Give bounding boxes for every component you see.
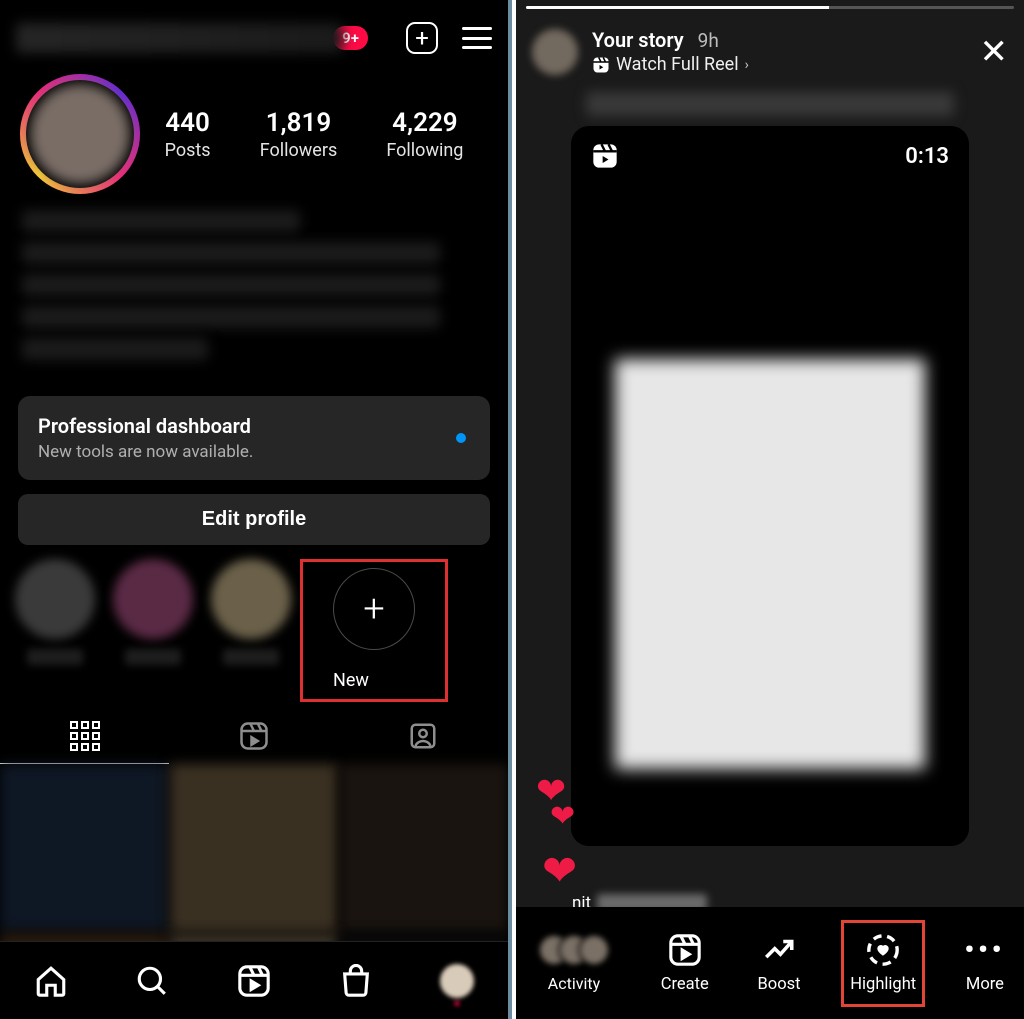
nav-activity[interactable]: Activity — [528, 934, 620, 993]
nav-create-label: Create — [661, 975, 709, 994]
dashboard-subtitle: New tools are now available. — [38, 442, 470, 462]
heart-icon: ❤ — [542, 855, 577, 889]
watch-full-reel-label: Watch Full Reel — [616, 54, 739, 75]
boost-arrow-icon — [762, 933, 796, 967]
profile-screen: 9+ + 440 Posts 1,819 Followers 4,229 Fol… — [0, 0, 508, 1019]
profile-header: 9+ + — [0, 0, 508, 64]
new-highlight-label: New — [333, 670, 415, 691]
nav-home[interactable] — [34, 964, 68, 998]
nav-create[interactable]: Create — [653, 933, 717, 994]
story-progress-bar — [526, 6, 1014, 9]
reels-icon — [237, 964, 271, 998]
heart-icon: ❤ — [550, 805, 577, 829]
nav-shop[interactable] — [339, 964, 373, 998]
nav-boost[interactable]: Boost — [750, 933, 809, 994]
followers-count: 1,819 — [260, 108, 338, 138]
new-highlight-button[interactable]: + New — [300, 559, 448, 702]
highlight-item[interactable] — [204, 559, 298, 665]
stat-following[interactable]: 4,229 Following — [386, 108, 463, 161]
more-dots-icon: ••• — [968, 933, 1002, 967]
reel-image-blurred — [615, 359, 925, 769]
reel-duration: 0:13 — [905, 144, 949, 169]
posts-label: Posts — [165, 140, 211, 161]
nav-highlight[interactable]: Highlight — [841, 920, 925, 1007]
chevron-right-icon: › — [745, 57, 749, 73]
nav-reels[interactable] — [237, 964, 271, 998]
stat-posts[interactable]: 440 Posts — [165, 108, 211, 161]
story-avatar[interactable] — [532, 29, 578, 75]
feed-cell[interactable] — [340, 764, 508, 932]
reels-icon — [591, 142, 619, 170]
reel-card[interactable]: 0:13 — [571, 126, 969, 846]
nav-highlight-label: Highlight — [850, 975, 916, 994]
tab-grid[interactable] — [0, 708, 169, 764]
create-post-icon[interactable]: + — [406, 22, 438, 54]
dashboard-indicator-dot — [456, 433, 466, 443]
highlight-heart-icon — [866, 933, 900, 967]
shop-icon — [339, 964, 373, 998]
reels-icon — [668, 933, 702, 967]
search-icon — [135, 964, 169, 998]
nav-boost-label: Boost — [758, 975, 801, 994]
story-viewer-screen: Your story 9h Watch Full Reel › ✕ 0:13 ❤… — [516, 0, 1024, 1019]
nav-activity-label: Activity — [548, 974, 600, 993]
menu-hamburger-icon[interactable] — [462, 27, 492, 49]
nav-search[interactable] — [135, 964, 169, 998]
bio-section — [0, 204, 508, 376]
story-time: 9h — [698, 29, 719, 52]
grid-icon — [70, 721, 100, 751]
highlights-row: + New — [0, 545, 508, 708]
following-count: 4,229 — [386, 108, 463, 138]
like-hearts: ❤ ❤ ❤ — [536, 777, 577, 889]
tab-reels[interactable] — [169, 708, 338, 764]
nav-profile[interactable] — [440, 964, 474, 998]
feed-cell[interactable] — [0, 764, 168, 932]
story-title[interactable]: Your story — [592, 28, 684, 52]
reels-icon — [239, 721, 269, 751]
dashboard-title: Professional dashboard — [38, 414, 470, 438]
profile-story-ring[interactable] — [20, 74, 140, 194]
nav-more[interactable]: ••• More — [958, 933, 1012, 994]
stat-followers[interactable]: 1,819 Followers — [260, 108, 338, 161]
reel-body — [571, 186, 969, 846]
home-icon — [34, 964, 68, 998]
tab-tagged[interactable] — [339, 708, 508, 764]
bottom-nav — [0, 941, 508, 1019]
followers-label: Followers — [260, 140, 338, 161]
professional-dashboard-card[interactable]: Professional dashboard New tools are now… — [18, 396, 490, 480]
feed-cell[interactable] — [170, 764, 338, 932]
activity-avatars — [538, 934, 610, 966]
story-canvas[interactable]: 0:13 — [516, 88, 1024, 897]
tagged-icon — [408, 721, 438, 751]
highlight-item[interactable] — [8, 559, 102, 665]
profile-avatar — [30, 84, 130, 184]
close-button[interactable]: ✕ — [979, 32, 1008, 72]
posts-count: 440 — [165, 108, 211, 138]
profile-tabs — [0, 708, 508, 764]
nav-more-label: More — [966, 975, 1004, 994]
story-caption-blurred — [586, 92, 954, 116]
edit-profile-button[interactable]: Edit profile — [18, 494, 490, 545]
reels-small-icon — [592, 56, 610, 74]
following-label: Following — [386, 140, 463, 161]
story-bottom-nav: Activity Create Boost Highlight ••• More — [516, 907, 1024, 1019]
watch-full-reel-link[interactable]: Watch Full Reel › — [592, 54, 980, 75]
plus-icon: + — [333, 568, 415, 650]
highlight-item[interactable] — [106, 559, 200, 665]
story-header: Your story 9h Watch Full Reel › ✕ — [516, 28, 1024, 75]
username-blurred[interactable] — [16, 23, 343, 53]
stats-row: 440 Posts 1,819 Followers 4,229 Followin… — [0, 64, 508, 204]
